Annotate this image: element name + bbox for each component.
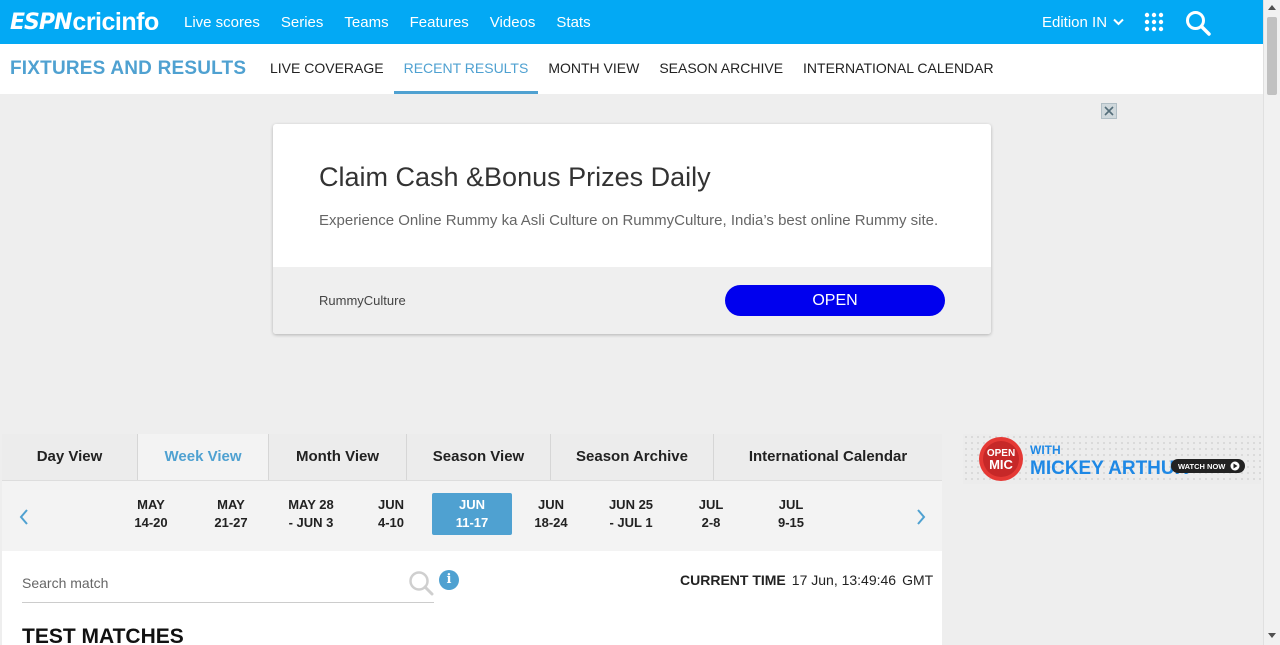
week-item[interactable]: JUN 4-10 bbox=[351, 493, 431, 535]
search-icon[interactable] bbox=[1185, 10, 1211, 36]
current-time-tz: GMT bbox=[902, 572, 934, 588]
espncricinfo-logo[interactable]: ESPN cricinfo bbox=[10, 8, 159, 36]
nav-live-scores[interactable]: Live scores bbox=[184, 14, 260, 31]
week-month: JUN bbox=[377, 497, 404, 512]
chevron-right-icon[interactable] bbox=[913, 505, 929, 529]
chevron-left-icon[interactable] bbox=[16, 505, 32, 529]
fixtures-subnav: FIXTURES AND RESULTS LIVE COVERAGE RECEN… bbox=[0, 44, 1263, 94]
current-time-label: CURRENT TIME bbox=[680, 572, 786, 588]
ad-description: Experience Online Rummy ka Asli Culture … bbox=[319, 212, 939, 229]
top-navbar: ESPN cricinfo Live scores Series Teams F… bbox=[0, 0, 1263, 44]
week-days: 4-10 bbox=[377, 515, 405, 530]
search-input[interactable] bbox=[22, 568, 402, 598]
scroll-up-arrow-icon[interactable] bbox=[1268, 5, 1276, 10]
tab-day-view[interactable]: Day View bbox=[2, 434, 138, 480]
week-month: JUN 25 bbox=[608, 497, 654, 512]
match-search bbox=[22, 568, 434, 603]
tab-international-calendar[interactable]: INTERNATIONAL CALENDAR bbox=[793, 44, 1004, 94]
main-nav: Live scores Series Teams Features Videos… bbox=[184, 0, 612, 44]
ad-banner[interactable]: Claim Cash &Bonus Prizes Daily Experienc… bbox=[273, 124, 991, 334]
promo-graphic: OPEN MIC WITH MICKEY ARTHUR WATCH NOW bbox=[963, 434, 1261, 484]
page-scrollbar[interactable] bbox=[1263, 0, 1280, 645]
week-month: MAY bbox=[137, 497, 165, 512]
nav-features[interactable]: Features bbox=[410, 14, 469, 31]
week-item[interactable]: JUN 25 - JUL 1 bbox=[591, 493, 671, 535]
grid-icon[interactable] bbox=[1144, 12, 1164, 32]
ad-brand: RummyCulture bbox=[319, 293, 406, 308]
edition-label: Edition IN bbox=[1042, 13, 1108, 31]
view-tabs: Day View Week View Month View Season Vie… bbox=[2, 434, 942, 481]
section-heading-test-matches: TEST MATCHES bbox=[22, 625, 184, 645]
week-days: - JUN 3 bbox=[288, 515, 334, 530]
week-selector: MAY 14-20 MAY 21-27 MAY 28 - JUN 3 JUN 4… bbox=[2, 481, 942, 551]
tab-season-archive-2[interactable]: Season Archive bbox=[551, 434, 714, 480]
fixtures-tabs: LIVE COVERAGE RECENT RESULTS MONTH VIEW … bbox=[260, 44, 1004, 94]
week-days: 18-24 bbox=[534, 515, 568, 530]
nav-videos[interactable]: Videos bbox=[490, 14, 536, 31]
week-month: JUL bbox=[778, 497, 804, 512]
search-icon[interactable] bbox=[408, 570, 434, 596]
promo-name: MICKEY ARTHUR bbox=[1030, 458, 1189, 479]
week-item[interactable]: MAY 14-20 bbox=[111, 493, 191, 535]
promo-with: WITH bbox=[1030, 443, 1061, 457]
promo-mic: MIC bbox=[989, 457, 1013, 472]
week-item[interactable]: JUL 2-8 bbox=[671, 493, 751, 535]
close-icon bbox=[1104, 106, 1114, 116]
ad-close-button[interactable] bbox=[1101, 103, 1117, 119]
tab-month-view[interactable]: MONTH VIEW bbox=[538, 44, 649, 94]
nav-stats[interactable]: Stats bbox=[556, 14, 590, 31]
tab-week-view[interactable]: Week View bbox=[138, 434, 269, 480]
week-days: 21-27 bbox=[214, 515, 248, 530]
edition-selector[interactable]: Edition IN bbox=[1042, 0, 1124, 44]
promo-banner[interactable]: OPEN MIC WITH MICKEY ARTHUR WATCH NOW bbox=[963, 434, 1261, 484]
logo-cricinfo-text: cricinfo bbox=[72, 7, 159, 36]
ad-open-button[interactable]: OPEN bbox=[725, 285, 945, 316]
ad-footer: RummyCulture OPEN bbox=[273, 267, 991, 334]
tab-season-archive[interactable]: SEASON ARCHIVE bbox=[649, 44, 793, 94]
promo-watch-now: WATCH NOW bbox=[1178, 462, 1226, 471]
nav-teams[interactable]: Teams bbox=[344, 14, 388, 31]
page-title: FIXTURES AND RESULTS bbox=[10, 58, 247, 79]
tab-recent-results[interactable]: RECENT RESULTS bbox=[393, 44, 539, 94]
week-days: 14-20 bbox=[134, 515, 168, 530]
current-time: CURRENT TIME 17 Jun, 13:49:46 GMT bbox=[680, 572, 933, 588]
week-days: 11-17 bbox=[455, 515, 489, 530]
week-item[interactable]: MAY 21-27 bbox=[191, 493, 271, 535]
tab-month-view-2[interactable]: Month View bbox=[269, 434, 407, 480]
logo-espn-text: ESPN bbox=[10, 9, 72, 35]
scrollbar-thumb[interactable] bbox=[1267, 17, 1277, 95]
tab-live-coverage[interactable]: LIVE COVERAGE bbox=[260, 44, 394, 94]
chevron-down-icon bbox=[1113, 18, 1124, 26]
week-days: 9-15 bbox=[777, 515, 805, 530]
tab-season-view[interactable]: Season View bbox=[407, 434, 551, 480]
week-days: - JUL 1 bbox=[609, 515, 653, 530]
ad-headline: Claim Cash &Bonus Prizes Daily bbox=[319, 162, 711, 192]
fixtures-panel: Day View Week View Month View Season Vie… bbox=[2, 434, 942, 645]
week-month: MAY 28 bbox=[288, 497, 334, 512]
week-month: JUN bbox=[537, 497, 564, 512]
week-item[interactable]: MAY 28 - JUN 3 bbox=[271, 493, 351, 535]
tab-international-calendar-2[interactable]: International Calendar bbox=[714, 434, 942, 480]
week-month: JUN bbox=[458, 497, 485, 512]
info-icon[interactable]: i bbox=[439, 570, 459, 590]
week-item[interactable]: JUL 9-15 bbox=[751, 493, 831, 535]
week-month: MAY bbox=[217, 497, 245, 512]
week-days: 2-8 bbox=[701, 515, 721, 530]
week-month: JUL bbox=[698, 497, 724, 512]
week-item-selected[interactable]: JUN 11-17 bbox=[432, 493, 512, 535]
current-time-value: 17 Jun, 13:49:46 bbox=[791, 572, 897, 588]
nav-series[interactable]: Series bbox=[281, 14, 324, 31]
scroll-down-arrow-icon[interactable] bbox=[1268, 633, 1276, 638]
week-item[interactable]: JUN 18-24 bbox=[511, 493, 591, 535]
